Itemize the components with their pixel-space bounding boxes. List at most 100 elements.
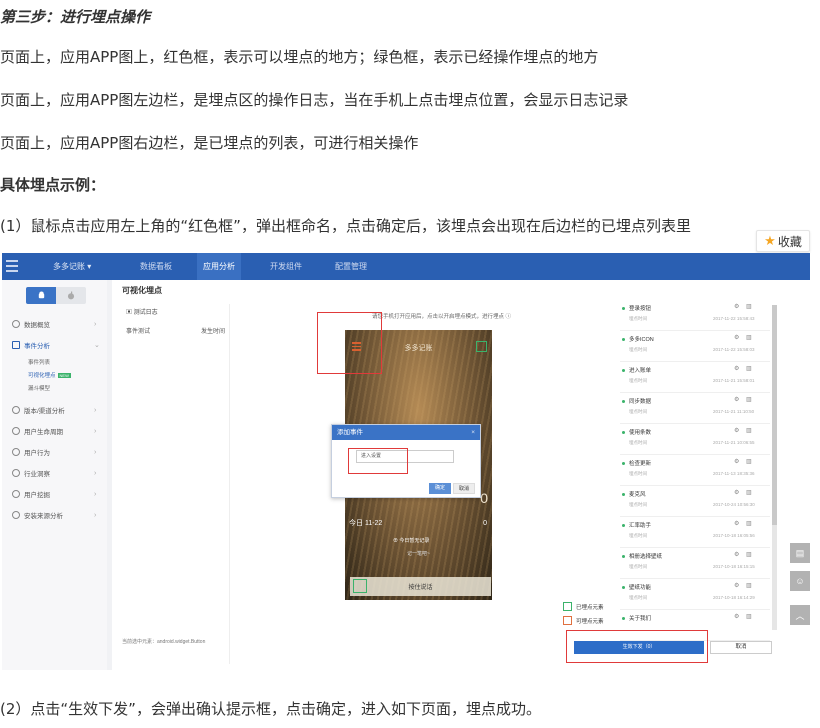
- tracked-event-item[interactable]: 多多ICON ⚙ ▥ 埋点时间 2017-11-22 15:58:03: [620, 331, 770, 362]
- tracked-event-item[interactable]: 进入账单 ⚙ ▥ 埋点时间 2017-11-21 15:58:01: [620, 362, 770, 393]
- gear-icon[interactable]: ⚙: [734, 365, 739, 372]
- event-sub: 埋点时间: [629, 533, 647, 538]
- event-time: 2017-11-13 18:35:36: [713, 471, 755, 476]
- trash-icon[interactable]: ▥: [746, 334, 752, 341]
- ios-tab[interactable]: [56, 287, 86, 304]
- phone-count: 0: [483, 520, 487, 527]
- sidebar-item-overview[interactable]: 数据概览 ›: [12, 319, 96, 329]
- step-2-text: (2）点击“生效下发”，会弹出确认提示框，点击确定，进入如下页面，埋点成功。: [0, 700, 541, 718]
- os-tabs: [26, 287, 86, 304]
- scrollbar[interactable]: [772, 305, 777, 630]
- sub-item-event-list[interactable]: 事件列表: [28, 358, 50, 366]
- app-switcher[interactable]: 多多记账 ▾: [53, 261, 91, 272]
- event-name: 使用条数: [629, 430, 652, 436]
- event-name: 壁纸功能: [629, 585, 652, 591]
- trash-icon[interactable]: ▥: [746, 303, 752, 310]
- gear-icon[interactable]: ⚙: [734, 551, 739, 558]
- phone-no-record: ⊕ 今日暂无记录: [393, 538, 430, 544]
- log-title: ▣ 测试日志: [126, 310, 158, 316]
- tracked-event-item[interactable]: 登录按钮 ⚙ ▥ 埋点时间 2017-11-22 15:58:43: [620, 300, 770, 331]
- status-dot: [622, 431, 625, 434]
- trash-icon[interactable]: ▥: [746, 613, 752, 620]
- trash-icon[interactable]: ▥: [746, 489, 752, 496]
- sub-item-funnel[interactable]: 漏斗模型: [28, 384, 50, 392]
- event-sub: 埋点时间: [629, 471, 647, 476]
- favorite-button[interactable]: ★ 收藏: [756, 230, 810, 252]
- sidebar-item-lifecycle[interactable]: 用户生命周期 ›: [12, 426, 96, 436]
- sidebar-item-mining[interactable]: 用户挖掘 ›: [12, 489, 96, 499]
- edit-icon: [12, 341, 20, 349]
- gear-icon[interactable]: ⚙: [734, 582, 739, 589]
- tracked-event-item[interactable]: 同步数据 ⚙ ▥ 埋点时间 2017-11-21 11:10:50: [620, 393, 770, 424]
- gear-icon[interactable]: ⚙: [734, 334, 739, 341]
- phone-tracked-box[interactable]: [476, 341, 487, 352]
- gear-icon[interactable]: ⚙: [734, 396, 739, 403]
- tracked-event-item[interactable]: 壁纸功能 ⚙ ▥ 埋点时间 2017-10-18 16:14:29: [620, 579, 770, 610]
- back-to-top-icon[interactable]: ︿: [790, 605, 810, 625]
- new-badge: NEW: [57, 373, 71, 378]
- nav-dev-components[interactable]: 开发组件: [264, 253, 308, 280]
- step-title: 第三步：进行埋点操作: [0, 8, 151, 26]
- trash-icon[interactable]: ▥: [746, 365, 752, 372]
- trash-icon[interactable]: ▥: [746, 396, 752, 403]
- insight-icon: [12, 469, 20, 477]
- sidebar-item-insight[interactable]: 行业洞察 ›: [12, 468, 96, 478]
- status-dot: [622, 555, 625, 558]
- close-icon[interactable]: ×: [471, 425, 475, 440]
- status-dot: [622, 338, 625, 341]
- tracked-event-item[interactable]: 相册选择壁纸 ⚙ ▥ 埋点时间 2017-10-18 16:15:15: [620, 548, 770, 579]
- event-sub: 埋点时间: [629, 595, 647, 600]
- sidebar: 数据概览 › 事件分析 ⌄ 事件列表 可视化埋点 NEW 漏斗模型 版本/渠道分析 › …: [2, 280, 107, 670]
- dialog-ok-button[interactable]: 确定: [429, 483, 451, 494]
- gear-icon[interactable]: ⚙: [734, 458, 739, 465]
- trash-icon[interactable]: ▥: [746, 582, 752, 589]
- sidebar-item-version[interactable]: 版本/渠道分析 ›: [12, 405, 96, 415]
- log-panel: ▣ 测试日志 事件测试 发生时间: [122, 304, 230, 664]
- phone-voice-button[interactable]: 按住说话: [350, 577, 491, 596]
- red-highlight-input: [348, 448, 408, 474]
- trash-icon[interactable]: ▥: [746, 520, 752, 527]
- sidebar-item-source[interactable]: 安装来源分析 ›: [12, 510, 96, 520]
- tracked-event-item[interactable]: 麦克风 ⚙ ▥ 埋点时间 2017-10-24 10:56:30: [620, 486, 770, 517]
- main-panel: 可视化埋点 ▣ 测试日志 事件测试 发生时间 请您手机打开应用后，点击以开启埋点…: [112, 280, 810, 670]
- gear-icon[interactable]: ⚙: [734, 613, 739, 620]
- gear-icon[interactable]: ⚙: [734, 520, 739, 527]
- chat-icon[interactable]: ▤: [790, 543, 810, 563]
- keyboard-icon[interactable]: [353, 579, 367, 593]
- dialog-cancel-button[interactable]: 取消: [453, 483, 475, 494]
- status-dot: [622, 524, 625, 527]
- trash-icon[interactable]: ▥: [746, 458, 752, 465]
- event-name: 进入账单: [629, 368, 652, 374]
- tracked-event-item[interactable]: 使用条数 ⚙ ▥ 埋点时间 2017-11-21 10:06:55: [620, 424, 770, 455]
- nav-dashboard[interactable]: 数据看板: [134, 253, 178, 280]
- android-tab[interactable]: [26, 287, 56, 304]
- nav-app-analysis[interactable]: 应用分析: [197, 253, 241, 280]
- event-time: 2017-10-18 16:14:29: [713, 595, 755, 600]
- tracked-event-list: 登录按钮 ⚙ ▥ 埋点时间 2017-11-22 15:58:43 多多ICON ⚙ ▥ 埋点时…: [620, 300, 770, 641]
- apple-icon: [67, 291, 75, 300]
- sidebar-item-behavior[interactable]: 用户行为 ›: [12, 447, 96, 457]
- trash-icon[interactable]: ▥: [746, 551, 752, 558]
- support-icon[interactable]: ☺: [790, 571, 810, 591]
- gear-icon[interactable]: ⚙: [734, 303, 739, 310]
- gear-icon[interactable]: ⚙: [734, 489, 739, 496]
- tracked-event-item[interactable]: 汇率助手 ⚙ ▥ 埋点时间 2017-10-18 16:05:56: [620, 517, 770, 548]
- nav-config[interactable]: 配置管理: [329, 253, 373, 280]
- gear-icon[interactable]: ⚙: [734, 427, 739, 434]
- source-icon: [12, 511, 20, 519]
- trash-icon[interactable]: ▥: [746, 427, 752, 434]
- event-name: 汇率助手: [629, 523, 652, 529]
- event-sub: 埋点时间: [629, 378, 647, 383]
- event-time: 2017-10-18 16:05:56: [713, 533, 755, 538]
- version-icon: [12, 406, 20, 414]
- hint-text: 请您手机打开应用后，点击以开启埋点模式，进行埋点 ⓘ: [372, 314, 512, 320]
- phone-note: 记一笔吧~: [407, 551, 430, 557]
- tracked-event-item[interactable]: 检查更新 ⚙ ▥ 埋点时间 2017-11-13 18:35:36: [620, 455, 770, 486]
- cancel-button[interactable]: 取消: [710, 641, 772, 654]
- sub-item-visual-tracking[interactable]: 可视化埋点 NEW: [28, 371, 71, 379]
- phone-amount: 0: [480, 490, 488, 506]
- sidebar-item-event-analysis[interactable]: 事件分析 ⌄: [12, 340, 100, 350]
- paragraph-right-panel: 页面上，应用APP图右边栏，是已埋点的列表，可进行相关操作: [0, 134, 419, 152]
- menu-icon[interactable]: [6, 260, 18, 272]
- event-sub: 埋点时间: [629, 409, 647, 414]
